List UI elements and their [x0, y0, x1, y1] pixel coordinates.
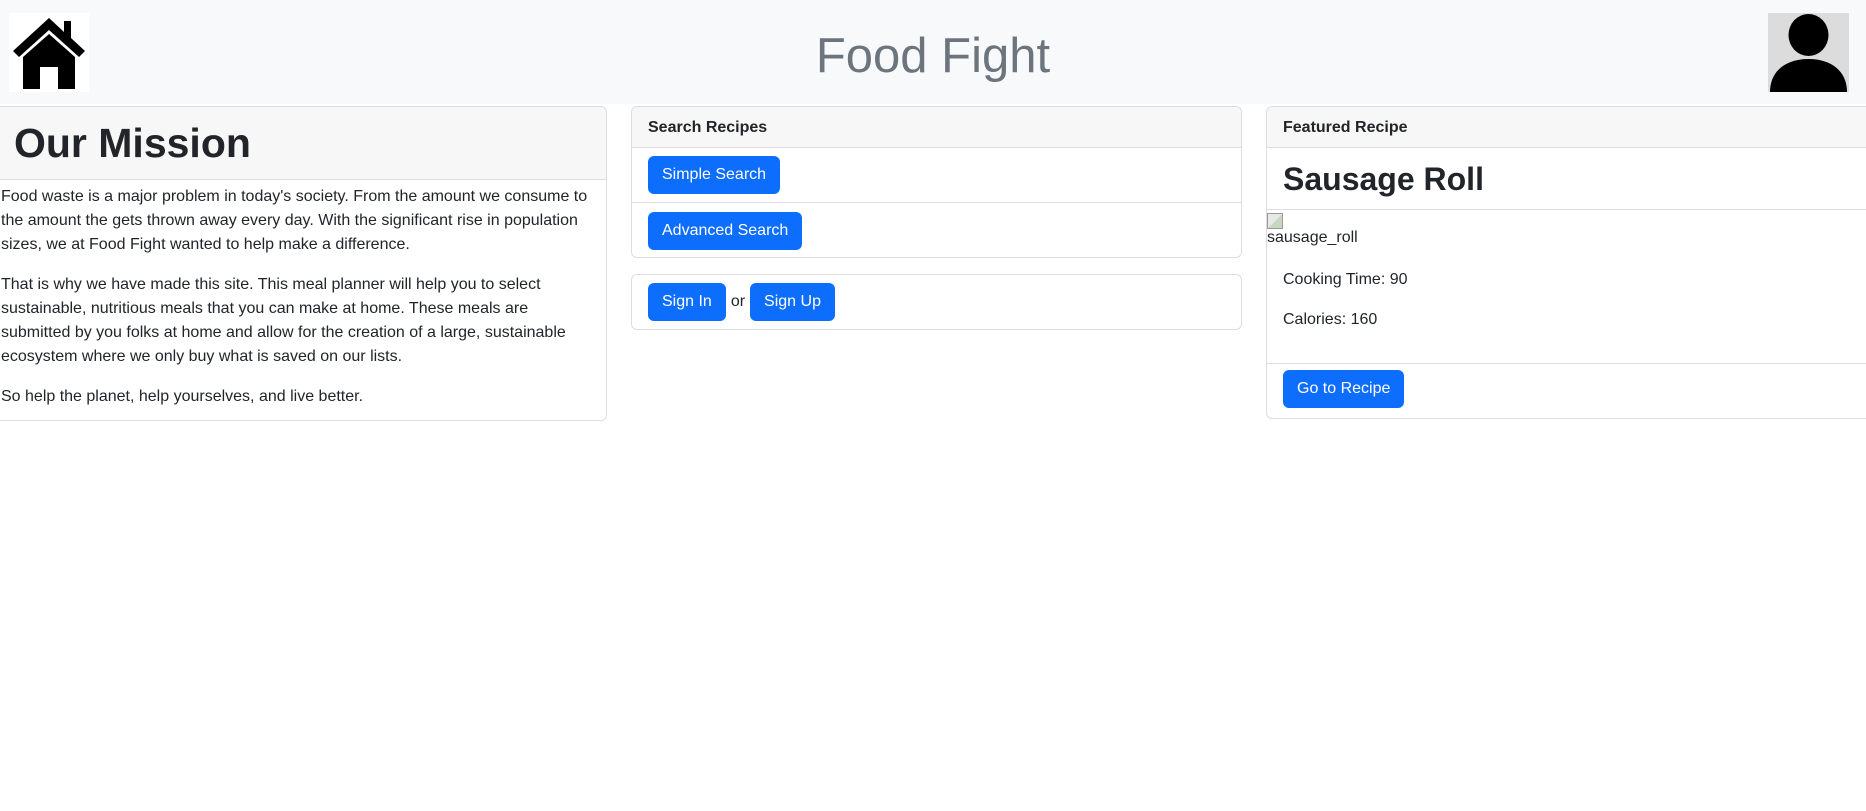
profile-link[interactable]: [1768, 13, 1849, 92]
featured-footer: Go to Recipe: [1267, 363, 1866, 408]
advanced-search-button[interactable]: Advanced Search: [648, 211, 803, 250]
featured-card: Featured Recipe Sausage Roll sausage_rol…: [1266, 106, 1866, 419]
house-icon: [13, 18, 85, 89]
mission-paragraph-2: That is why we have made this site. This…: [1, 276, 566, 365]
recipe-image: sausage_roll: [1267, 210, 1866, 255]
sign-in-button[interactable]: Sign In: [648, 283, 726, 321]
mission-paragraph-3: So help the planet, help yourselves, and…: [1, 388, 364, 405]
recipe-details: Cooking Time: 90 Calories: 160: [1267, 268, 1866, 332]
broken-image-icon: [1267, 213, 1283, 229]
home-link[interactable]: [9, 13, 89, 92]
auth-card: Sign In or Sign Up: [631, 274, 1242, 330]
list-item-simple-search: Simple Search: [632, 148, 1241, 203]
calories: Calories: 160: [1283, 311, 1378, 328]
go-to-recipe-button[interactable]: Go to Recipe: [1283, 370, 1405, 408]
featured-header: Featured Recipe: [1267, 107, 1866, 148]
navbar: Food Fight: [0, 0, 1866, 104]
user-avatar-icon: [1770, 14, 1847, 92]
simple-search-button[interactable]: Simple Search: [648, 156, 781, 194]
brand-link[interactable]: Food Fight: [816, 29, 1050, 83]
mission-card: Our Mission Food waste is a major proble…: [0, 106, 607, 421]
mission-title: Our Mission: [0, 107, 606, 180]
sign-up-button[interactable]: Sign Up: [750, 283, 835, 321]
mission-body: Food waste is a major problem in today's…: [0, 185, 599, 409]
cooking-time: Cooking Time: 90: [1283, 271, 1408, 288]
search-header: Search Recipes: [632, 107, 1241, 148]
recipe-image-alt: sausage_roll: [1267, 229, 1358, 246]
or-text: or: [730, 293, 746, 310]
recipe-title: Sausage Roll: [1267, 148, 1866, 210]
list-item-advanced-search: Advanced Search: [632, 203, 1241, 257]
mission-paragraph-1: Food waste is a major problem in today's…: [1, 188, 588, 253]
brand-title: Food Fight: [0, 24, 1866, 88]
search-card: Search Recipes Simple Search Advanced Se…: [631, 106, 1242, 258]
auth-body: Sign In or Sign Up: [632, 275, 1241, 329]
